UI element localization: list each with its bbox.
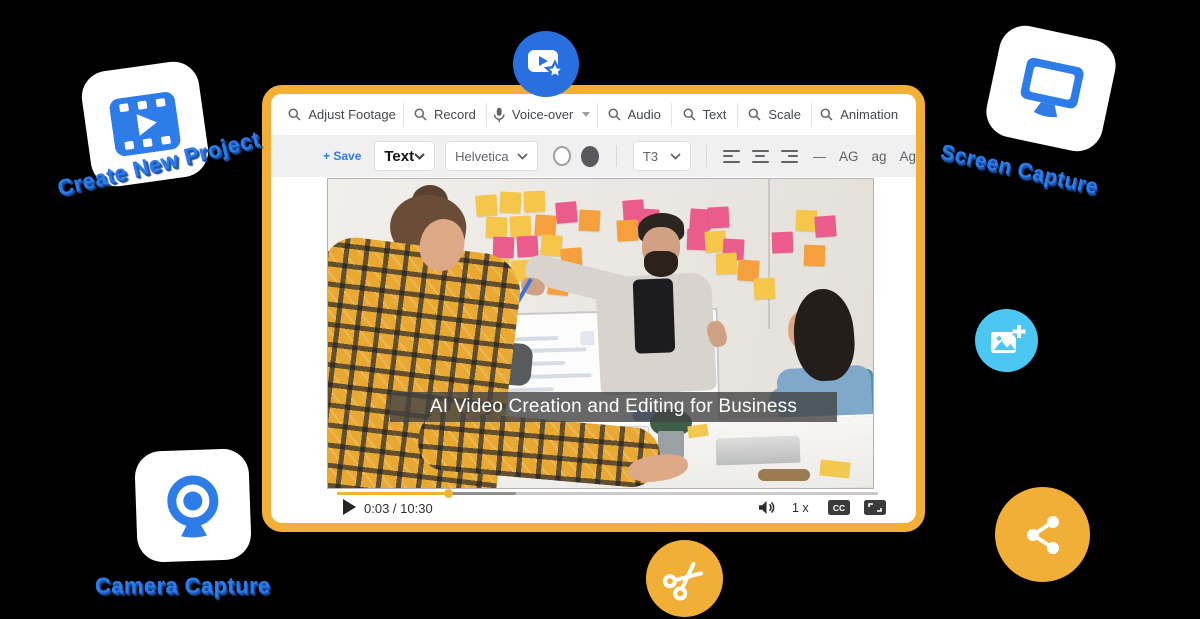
color-swatch-outline[interactable] <box>553 146 571 166</box>
toolbar-item-voice-over[interactable]: Voice-over <box>487 103 598 127</box>
sticky-note <box>616 219 638 241</box>
wall-corner-line <box>768 179 770 329</box>
align-group <box>723 150 798 163</box>
sticky-note <box>499 191 521 213</box>
sticky-note <box>516 235 538 257</box>
case-option-ag[interactable]: ag <box>871 149 886 164</box>
sticky-note <box>475 194 497 216</box>
sticky-note <box>509 215 531 237</box>
font-size-value: T3 <box>643 149 658 164</box>
chevron-down-icon <box>670 153 681 160</box>
search-icon <box>748 108 761 121</box>
video-preview[interactable]: AI Video Creation and Editing for Busine… <box>327 178 874 489</box>
microphone-icon <box>493 107 505 123</box>
caret-down-icon <box>582 112 590 117</box>
image-add-icon <box>988 323 1026 359</box>
progress-handle[interactable] <box>444 489 453 498</box>
align-left-icon[interactable] <box>723 150 740 163</box>
search-icon <box>820 108 833 121</box>
marketing-graphic: Create New Project Screen Capture <box>0 0 1200 619</box>
progress-bar[interactable] <box>337 489 878 498</box>
desk-laptop <box>716 436 801 466</box>
share-badge[interactable] <box>995 487 1090 582</box>
font-family-select[interactable]: Helvetica <box>445 141 538 171</box>
format-toolbar: + Save Text Helvetica T3 <box>271 135 916 177</box>
top-toolbar: Adjust Footage Record Voice-over Audio Text S… <box>271 94 916 135</box>
toolbar-item-label: Text <box>703 107 727 122</box>
video-caption: AI Video Creation and Editing for Busine… <box>390 392 837 422</box>
volume-icon[interactable] <box>758 500 775 520</box>
sticky-note <box>486 217 508 239</box>
sticky-note <box>524 191 546 213</box>
case-option-Ag[interactable]: Ag <box>900 149 917 164</box>
letter-spacing-option[interactable]: — <box>813 149 826 164</box>
monitor-icon <box>1015 54 1088 124</box>
cut-badge[interactable] <box>646 540 723 617</box>
sticky-note <box>814 215 836 237</box>
toolbar-item-label: Voice-over <box>512 107 573 122</box>
presenter-beard <box>644 251 678 277</box>
search-icon <box>683 108 696 121</box>
search-icon <box>414 108 427 121</box>
chevron-down-icon <box>517 153 528 160</box>
search-icon <box>288 108 301 121</box>
toolbar-item-label: Animation <box>840 107 898 122</box>
save-button[interactable]: + Save <box>323 149 361 163</box>
toolbar-item-audio[interactable]: Audio <box>598 103 672 127</box>
desk-sticky-note <box>819 459 851 478</box>
sticky-note <box>804 245 826 267</box>
desk-tray <box>758 469 810 481</box>
add-image-badge[interactable] <box>975 309 1038 372</box>
sticky-note <box>578 209 600 231</box>
search-icon <box>608 108 621 121</box>
fullscreen-button[interactable] <box>864 500 886 520</box>
time-display: 0:03 / 10:30 <box>364 501 433 516</box>
camera-capture-label: Camera Capture <box>95 573 271 599</box>
playback-speed[interactable]: 1 x <box>792 501 809 515</box>
chevron-down-icon <box>414 153 425 160</box>
toolbar-item-scale[interactable]: Scale <box>738 103 812 127</box>
sticky-note <box>540 234 562 256</box>
sticky-note <box>555 201 578 224</box>
toolbar-divider <box>706 145 707 167</box>
align-right-icon[interactable] <box>781 150 798 163</box>
video-editor-panel: Adjust Footage Record Voice-over Audio Text S… <box>262 85 925 532</box>
caption-text: AI Video Creation and Editing for Busine… <box>430 396 797 418</box>
sticky-note <box>716 253 738 275</box>
align-center-icon[interactable] <box>752 150 769 163</box>
text-style-select[interactable]: Text <box>374 141 435 171</box>
toolbar-divider <box>616 145 617 167</box>
toolbar-item-record[interactable]: Record <box>404 103 486 127</box>
video-star-badge[interactable] <box>513 31 579 97</box>
closed-captions-button[interactable]: CC <box>828 500 850 515</box>
toolbar-item-text[interactable]: Text <box>672 103 738 127</box>
camera-capture-button[interactable] <box>134 448 252 563</box>
toolbar-item-adjust-footage[interactable]: Adjust Footage <box>281 103 404 127</box>
sticky-note <box>772 232 794 254</box>
color-swatch-filled[interactable] <box>581 146 599 167</box>
toolbar-item-animation[interactable]: Animation <box>812 103 906 127</box>
toolbar-item-label: Audio <box>628 107 661 122</box>
text-style-value: Text <box>384 148 414 165</box>
toolbar-item-label: Scale <box>768 107 801 122</box>
sticky-note <box>753 277 775 299</box>
presenter-tshirt <box>633 278 676 353</box>
scissors-icon <box>661 555 709 603</box>
sticky-note <box>534 214 556 236</box>
video-star-icon <box>526 47 566 81</box>
screen-capture-button[interactable] <box>982 21 1121 156</box>
sticky-note <box>707 206 729 228</box>
toolbar-item-label: Adjust Footage <box>308 107 395 122</box>
font-family-value: Helvetica <box>455 149 508 164</box>
case-options: AG ag Ag <box>839 149 916 164</box>
sticky-note <box>493 237 515 259</box>
play-button[interactable] <box>343 499 356 515</box>
video-scene: AI Video Creation and Editing for Busine… <box>328 179 873 488</box>
share-icon <box>1019 511 1067 559</box>
toolbar-item-label: Record <box>434 107 476 122</box>
case-option-AG[interactable]: AG <box>839 149 859 164</box>
font-size-select[interactable]: T3 <box>633 141 691 171</box>
progress-played <box>337 492 448 495</box>
webcam-icon <box>162 472 224 538</box>
